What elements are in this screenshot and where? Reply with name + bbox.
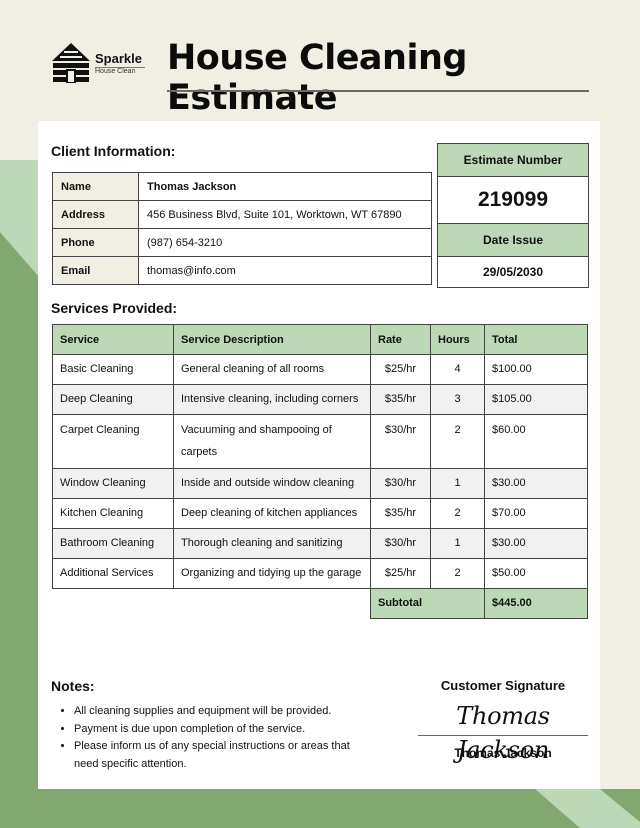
service-hours: 4 — [430, 354, 485, 385]
company-logo: Sparkle House Clean — [50, 42, 150, 86]
note-item: All cleaning supplies and equipment will… — [74, 703, 374, 721]
estimate-number-label: Estimate Number — [438, 144, 588, 177]
service-name: Window Cleaning — [52, 468, 174, 499]
table-row: Basic Cleaning General cleaning of all r… — [52, 354, 588, 385]
table-row: Additional Services Organizing and tidyi… — [52, 558, 588, 589]
service-total: $105.00 — [484, 384, 588, 415]
signature-section: Customer Signature Thomas Jackson Thomas… — [418, 678, 588, 764]
service-rate: $25/hr — [370, 354, 431, 385]
table-row: Deep Cleaning Intensive cleaning, includ… — [52, 384, 588, 415]
client-value: Thomas Jackson — [138, 172, 432, 201]
table-row: Kitchen Cleaning Deep cleaning of kitche… — [52, 498, 588, 529]
brand-subtitle: House Clean — [95, 68, 136, 75]
subtotal-row: Subtotal $445.00 — [52, 588, 588, 619]
service-hours: 3 — [430, 384, 485, 415]
signature-label: Customer Signature — [440, 678, 566, 693]
table-row: Bathroom Cleaning Thorough cleaning and … — [52, 528, 588, 559]
client-row-address: Address 456 Business Blvd, Suite 101, Wo… — [52, 200, 432, 229]
service-rate: $30/hr — [370, 414, 431, 469]
notes-list: All cleaning supplies and equipment will… — [51, 703, 374, 773]
brand-name: Sparkle — [95, 51, 142, 66]
service-description: Inside and outside window cleaning — [173, 468, 371, 499]
column-header-hours: Hours — [430, 324, 485, 355]
service-rate: $35/hr — [370, 384, 431, 415]
service-total: $60.00 — [484, 414, 588, 469]
service-name: Carpet Cleaning — [52, 414, 174, 469]
notes-section: Notes: All cleaning supplies and equipme… — [51, 678, 350, 770]
service-total: $70.00 — [484, 498, 588, 529]
client-label: Name — [52, 172, 139, 201]
service-name: Bathroom Cleaning — [52, 528, 174, 559]
dark-green-bottom — [0, 789, 580, 828]
subtotal-value: $445.00 — [484, 588, 588, 619]
service-rate: $35/hr — [370, 498, 431, 529]
service-description: Intensive cleaning, including corners — [173, 384, 371, 415]
column-header-rate: Rate — [370, 324, 431, 355]
service-total: $100.00 — [484, 354, 588, 385]
service-rate: $25/hr — [370, 558, 431, 589]
date-issue-value: 29/05/2030 — [482, 265, 544, 279]
service-name: Deep Cleaning — [52, 384, 174, 415]
signature-name: Thomas Jackson — [454, 746, 552, 760]
table-row: Window Cleaning Inside and outside windo… — [52, 468, 588, 499]
client-row-phone: Phone (987) 654-3210 — [52, 228, 432, 257]
services-header-row: Service Service Description Rate Hours T… — [52, 324, 588, 355]
client-value: thomas@info.com — [138, 256, 432, 285]
log-cabin-icon — [52, 43, 90, 83]
column-header-description: Service Description — [173, 324, 371, 355]
service-name: Additional Services — [52, 558, 174, 589]
client-value: (987) 654-3210 — [138, 228, 432, 257]
signature-script: Thomas Jackson — [456, 702, 550, 764]
service-hours: 2 — [430, 498, 485, 529]
client-info-heading: Client Information: — [51, 143, 176, 159]
service-hours: 2 — [430, 558, 485, 589]
subtotal-label: Subtotal — [370, 588, 485, 619]
note-item: Payment is due upon completion of the se… — [74, 721, 374, 739]
service-description: Organizing and tidying up the garage — [173, 558, 371, 589]
client-info-table: Name Thomas Jackson Address 456 Business… — [52, 172, 432, 285]
estimate-number: 219099 — [438, 177, 588, 224]
services-table: Service Service Description Rate Hours T… — [52, 324, 588, 619]
service-description: Deep cleaning of kitchen appliances — [173, 498, 371, 529]
client-label: Phone — [52, 228, 139, 257]
notes-heading: Notes: — [51, 678, 95, 694]
service-hours: 1 — [430, 468, 485, 499]
service-description: Vacuuming and shampooing of carpets — [173, 414, 371, 469]
subtotal-spacer — [52, 588, 371, 618]
column-header-total: Total — [484, 324, 588, 355]
client-row-name: Name Thomas Jackson — [52, 172, 432, 201]
title-divider — [167, 90, 589, 92]
service-hours: 2 — [430, 414, 485, 469]
client-row-email: Email thomas@info.com — [52, 256, 432, 285]
page-title: House Cleaning Estimate — [167, 38, 467, 118]
service-total: $30.00 — [484, 528, 588, 559]
service-name: Kitchen Cleaning — [52, 498, 174, 529]
service-description: General cleaning of all rooms — [173, 354, 371, 385]
service-hours: 1 — [430, 528, 485, 559]
table-row: Carpet Cleaning Vacuuming and shampooing… — [52, 414, 588, 469]
note-item: Please inform us of any special instruct… — [74, 738, 374, 773]
service-description: Thorough cleaning and sanitizing — [173, 528, 371, 559]
service-total: $50.00 — [484, 558, 588, 589]
service-rate: $30/hr — [370, 468, 431, 499]
service-total: $30.00 — [484, 468, 588, 499]
service-rate: $30/hr — [370, 528, 431, 559]
client-value: 456 Business Blvd, Suite 101, Worktown, … — [138, 200, 432, 229]
date-issue-label: Date Issue — [438, 224, 588, 257]
service-name: Basic Cleaning — [52, 354, 174, 385]
estimate-box: Estimate Number 219099 Date Issue 29/05/… — [437, 143, 589, 288]
services-heading: Services Provided: — [51, 300, 178, 316]
client-label: Address — [52, 200, 139, 229]
estimate-card: Client Information: Name Thomas Jackson … — [38, 121, 600, 789]
column-header-service: Service — [52, 324, 174, 355]
client-label: Email — [52, 256, 139, 285]
